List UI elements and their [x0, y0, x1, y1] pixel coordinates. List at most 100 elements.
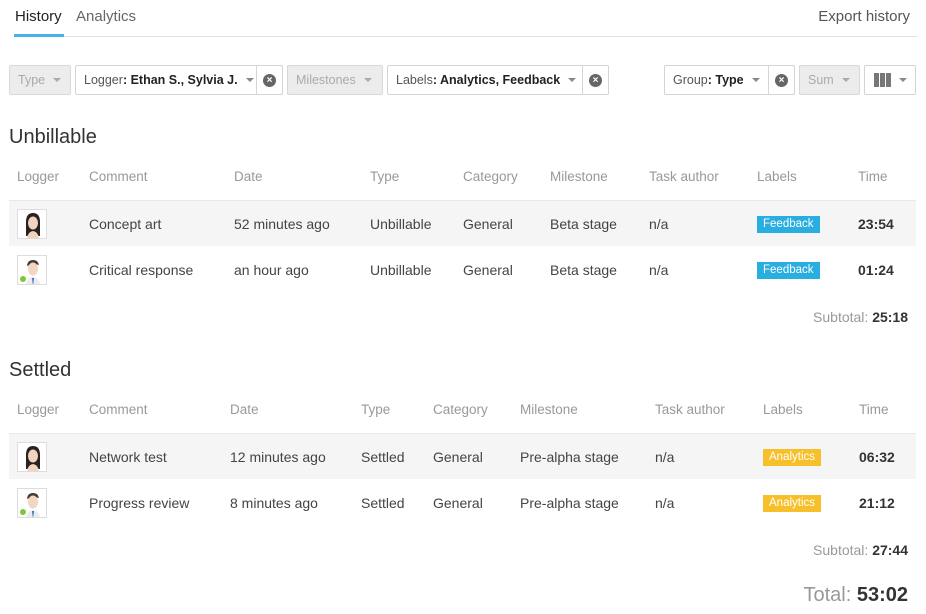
table-row[interactable]: Critical response an hour ago Unbillable… — [9, 247, 916, 293]
row-comment: Concept art — [89, 216, 162, 232]
label-badge-analytics: Analytics — [763, 495, 822, 512]
row-category: General — [463, 262, 513, 278]
total-label: Total: — [803, 584, 852, 606]
row-task-author: n/a — [655, 449, 675, 465]
chevron-down-icon — [53, 78, 62, 82]
subtotal-value: 25:18 — [872, 309, 908, 325]
col-header-time: Time — [859, 402, 889, 417]
columns-toggle-button[interactable] — [864, 65, 916, 95]
subtotal-unbillable: Subtotal: 25:18 — [813, 309, 908, 325]
col-header-category: Category — [433, 402, 488, 417]
col-header-time: Time — [858, 169, 888, 184]
row-task-author: n/a — [649, 262, 669, 278]
row-category: General — [433, 449, 483, 465]
col-header-comment: Comment — [89, 402, 148, 417]
group-filter-label: Group — [673, 73, 708, 87]
online-status-icon — [20, 509, 26, 515]
row-date: 8 minutes ago — [230, 495, 318, 511]
section-title-unbillable: Unbillable — [9, 126, 97, 148]
grand-total: Total: 53:02 — [803, 584, 908, 607]
tab-history[interactable]: History — [15, 8, 62, 25]
export-history-link[interactable]: Export history — [818, 8, 910, 25]
row-milestone: Beta stage — [550, 262, 617, 278]
columns-icon — [874, 73, 891, 87]
tab-bar: History Analytics Export history — [14, 0, 918, 37]
col-header-logger: Logger — [17, 402, 60, 417]
logger-filter[interactable]: Logger: Ethan S., Sylvia J. × — [75, 65, 283, 95]
row-time: 06:32 — [859, 449, 895, 465]
logger-filter-label: Logger — [84, 73, 123, 87]
col-header-comment: Comment — [89, 169, 148, 184]
subtotal-label: Subtotal: — [813, 542, 869, 558]
row-task-author: n/a — [655, 495, 675, 511]
row-comment: Network test — [89, 449, 167, 465]
table-row[interactable]: Network test 12 minutes ago Settled Gene… — [9, 433, 916, 479]
close-icon: × — [775, 73, 788, 87]
row-date: 52 minutes ago — [234, 216, 330, 232]
subtotal-settled: Subtotal: 27:44 — [813, 542, 908, 558]
labels-filter-label: Labels — [396, 73, 433, 87]
labels-filter-value: : Analytics, Feedback — [432, 73, 561, 87]
table-row[interactable]: Progress review 8 minutes ago Settled Ge… — [9, 480, 916, 526]
chevron-down-icon — [899, 78, 907, 82]
chevron-down-icon — [568, 78, 577, 82]
col-header-type: Type — [361, 402, 391, 417]
label-badge-feedback: Feedback — [757, 262, 820, 279]
online-status-icon — [20, 276, 26, 282]
col-header-milestone: Milestone — [550, 169, 608, 184]
sum-filter-label: Sum — [808, 73, 834, 87]
clear-labels-filter-button[interactable]: × — [582, 66, 608, 94]
group-filter[interactable]: Group: Type × — [664, 65, 795, 95]
col-header-type: Type — [370, 169, 400, 184]
milestones-filter-label: Milestones — [296, 73, 356, 87]
type-filter[interactable]: Type — [9, 65, 71, 95]
col-header-labels: Labels — [763, 402, 803, 417]
col-header-task-author: Task author — [655, 402, 725, 417]
col-header-task-author: Task author — [649, 169, 719, 184]
col-header-date: Date — [230, 402, 259, 417]
labels-filter[interactable]: Labels: Analytics, Feedback × — [387, 65, 609, 95]
col-header-labels: Labels — [757, 169, 797, 184]
clear-logger-filter-button[interactable]: × — [256, 66, 282, 94]
avatar — [17, 255, 47, 285]
row-type: Unbillable — [370, 216, 432, 232]
label-badge-feedback: Feedback — [757, 216, 820, 233]
row-type: Settled — [361, 495, 405, 511]
subtotal-label: Subtotal: — [813, 309, 869, 325]
tab-analytics[interactable]: Analytics — [76, 8, 136, 25]
subtotal-value: 27:44 — [872, 542, 908, 558]
group-filter-value: : Type — [707, 73, 744, 87]
row-category: General — [433, 495, 483, 511]
row-milestone: Pre-alpha stage — [520, 495, 619, 511]
col-header-milestone: Milestone — [520, 402, 578, 417]
row-time: 01:24 — [858, 262, 894, 278]
chevron-down-icon — [245, 78, 254, 82]
milestones-filter[interactable]: Milestones — [287, 65, 383, 95]
row-category: General — [463, 216, 513, 232]
close-icon: × — [589, 73, 602, 87]
row-type: Settled — [361, 449, 405, 465]
avatar — [17, 488, 47, 518]
row-time: 23:54 — [858, 216, 894, 232]
row-milestone: Beta stage — [550, 216, 617, 232]
row-comment: Critical response — [89, 262, 194, 278]
table-row[interactable]: Concept art 52 minutes ago Unbillable Ge… — [9, 200, 916, 246]
col-header-logger: Logger — [17, 169, 60, 184]
row-date: 12 minutes ago — [230, 449, 326, 465]
label-badge-analytics: Analytics — [763, 449, 822, 466]
row-time: 21:12 — [859, 495, 895, 511]
type-filter-label: Type — [18, 73, 46, 87]
clear-group-filter-button[interactable]: × — [768, 66, 794, 94]
total-value: 53:02 — [856, 584, 908, 606]
chevron-down-icon — [841, 78, 850, 82]
section-title-settled: Settled — [9, 359, 72, 381]
sum-filter[interactable]: Sum — [799, 65, 860, 95]
row-comment: Progress review — [89, 495, 190, 511]
avatar — [17, 442, 47, 472]
col-header-date: Date — [234, 169, 263, 184]
row-task-author: n/a — [649, 216, 669, 232]
row-date: an hour ago — [234, 262, 309, 278]
close-icon: × — [263, 73, 276, 87]
row-milestone: Pre-alpha stage — [520, 449, 619, 465]
avatar — [17, 209, 47, 239]
